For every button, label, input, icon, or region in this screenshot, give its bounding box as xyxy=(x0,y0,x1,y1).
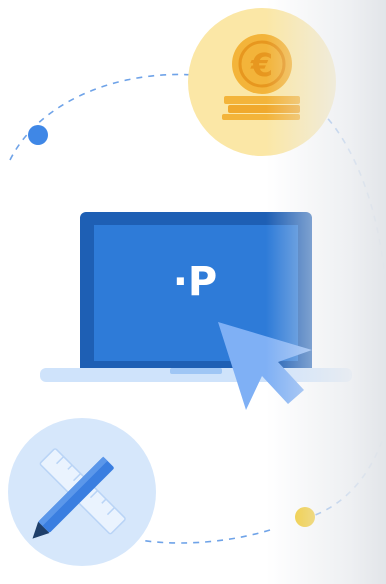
blue-dot xyxy=(28,125,48,145)
ruler-pencil-icon xyxy=(8,418,156,566)
onboarding-illustration: € ·P xyxy=(0,0,386,584)
svg-text:€: € xyxy=(250,46,273,84)
euro-coin-icon: € xyxy=(188,8,336,156)
logo-text: ·P xyxy=(172,259,218,305)
yellow-dot xyxy=(295,507,315,527)
